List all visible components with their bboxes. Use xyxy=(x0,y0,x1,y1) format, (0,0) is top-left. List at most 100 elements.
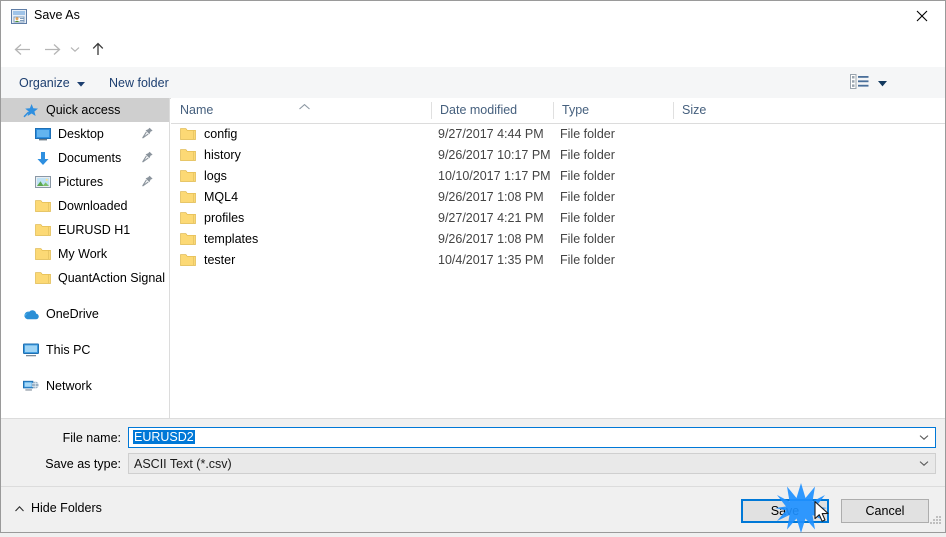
table-row[interactable]: MQL49/26/2017 1:08 PMFile folder xyxy=(171,186,945,207)
pin-icon[interactable] xyxy=(142,127,153,142)
save-button[interactable]: Save xyxy=(741,499,829,523)
sidebar-item-my-work[interactable]: My Work xyxy=(1,242,169,266)
chevron-down-icon[interactable] xyxy=(919,428,929,447)
file-rows[interactable]: config9/27/2017 4:44 PMFile folderhistor… xyxy=(171,123,945,419)
file-row-type: File folder xyxy=(560,127,615,141)
save-as-dialog: Save As xyxy=(0,0,946,533)
pictures-icon xyxy=(35,174,51,190)
sidebar-item-label: Pictures xyxy=(58,175,103,189)
table-row[interactable]: logs 10/10/2017 1:17 PM File folder xyxy=(171,165,945,186)
save-as-type-select[interactable]: ASCII Text (*.csv) xyxy=(128,453,936,474)
file-row-name: templates xyxy=(180,232,258,246)
chevron-down-icon[interactable] xyxy=(919,454,929,473)
column-divider[interactable] xyxy=(553,102,554,119)
pin-icon[interactable] xyxy=(142,151,153,166)
sidebar-group-gap xyxy=(1,326,169,338)
file-row-date: 10/4/2017 1:35 PM xyxy=(438,253,544,267)
sidebar-item-desktop[interactable]: Desktop xyxy=(1,122,169,146)
column-header-size[interactable]: Size xyxy=(673,98,753,122)
table-row[interactable]: config9/27/2017 4:44 PMFile folder xyxy=(171,123,945,144)
table-row[interactable]: history 9/26/2017 10:17 PM File folder xyxy=(171,144,945,165)
table-row[interactable]: tester 10/4/2017 1:35 PM File folder xyxy=(171,249,945,270)
save-as-icon xyxy=(11,9,27,24)
organize-label: Organize xyxy=(19,76,70,90)
pin-icon[interactable] xyxy=(142,175,153,190)
table-row[interactable]: profiles 9/27/2017 4:21 PM File folder xyxy=(171,207,945,228)
sidebar-item-quick-access[interactable]: Quick access xyxy=(1,98,169,122)
new-folder-button[interactable]: New folder xyxy=(109,73,169,93)
file-row-name-text: profiles xyxy=(204,211,244,225)
cancel-button[interactable]: Cancel xyxy=(841,499,929,523)
folder-icon xyxy=(35,246,51,262)
sidebar-item-label: EURUSD H1 xyxy=(58,223,130,237)
forward-arrow-icon[interactable] xyxy=(39,35,65,63)
save-as-type-value: ASCII Text (*.csv) xyxy=(134,457,232,471)
window-title: Save As xyxy=(34,8,80,22)
sidebar-item-label: Documents xyxy=(58,151,121,165)
file-row-date: 9/27/2017 4:44 PM xyxy=(438,127,544,141)
sidebar-item-label: Network xyxy=(46,379,92,393)
sidebar-item-network[interactable]: Network xyxy=(1,374,169,398)
folder-icon xyxy=(35,198,51,214)
hide-folders-button[interactable]: Hide Folders xyxy=(15,501,102,515)
folder-icon xyxy=(180,211,196,225)
file-row-name-text: MQL4 xyxy=(204,190,238,204)
navigation-bar: « Roaming › MetaQuotes › Terminal › 9155… xyxy=(1,32,945,66)
table-row[interactable]: templates9/26/2017 1:08 PMFile folder xyxy=(171,228,945,249)
sidebar-item-pictures[interactable]: Pictures xyxy=(1,170,169,194)
quick-access-star-icon xyxy=(23,102,39,118)
sidebar-item-documents[interactable]: Documents xyxy=(1,146,169,170)
hide-folders-label: Hide Folders xyxy=(31,501,102,515)
file-row-date: 9/27/2017 4:21 PM xyxy=(438,211,544,225)
file-row-name-text: history xyxy=(204,148,241,162)
file-row-name: tester xyxy=(180,253,235,267)
view-mode-icon xyxy=(850,74,869,92)
column-divider[interactable] xyxy=(673,102,674,119)
column-header-name[interactable]: Name xyxy=(171,98,431,122)
organize-button[interactable]: Organize xyxy=(19,73,85,93)
column-header-type[interactable]: Type xyxy=(553,98,673,122)
back-arrow-icon[interactable] xyxy=(9,35,35,63)
file-row-name: profiles xyxy=(180,211,244,225)
save-form: File name: EURUSD2 Save as type: ASCII T… xyxy=(1,418,945,487)
file-list-pane[interactable]: NameDate modifiedTypeSize config9/27/201… xyxy=(171,98,945,419)
file-row-type: File folder xyxy=(560,253,615,267)
close-icon[interactable] xyxy=(899,1,945,31)
sidebar-item-this-pc[interactable]: This PC xyxy=(1,338,169,362)
resize-grip-icon[interactable] xyxy=(929,514,941,529)
file-name-input[interactable]: EURUSD2 xyxy=(128,427,936,448)
view-mode-button[interactable] xyxy=(850,74,887,92)
sidebar-item-label: Desktop xyxy=(58,127,104,141)
file-row-date: 10/10/2017 1:17 PM xyxy=(438,169,551,183)
column-header-row: NameDate modifiedTypeSize xyxy=(171,98,945,124)
title-bar: Save As xyxy=(1,1,945,32)
file-name-value: EURUSD2 xyxy=(133,430,195,444)
up-arrow-icon[interactable] xyxy=(85,35,111,63)
folder-icon xyxy=(35,222,51,238)
sidebar-item-label: Downloaded xyxy=(58,199,128,213)
sidebar-item-eurusd-h1[interactable]: EURUSD H1 xyxy=(1,218,169,242)
sidebar-group-gap xyxy=(1,290,169,302)
this-pc-monitor-icon xyxy=(23,342,39,358)
file-row-name: history xyxy=(180,148,241,162)
column-header-date-modified[interactable]: Date modified xyxy=(431,98,553,122)
file-row-type: File folder xyxy=(560,169,615,183)
sidebar-item-label: Quick access xyxy=(46,103,120,117)
sidebar-item-quantaction-signal[interactable]: QuantAction Signal xyxy=(1,266,169,290)
sidebar-item-onedrive[interactable]: OneDrive xyxy=(1,302,169,326)
navigation-sidebar[interactable]: Quick access Desktop Documents Pictures Down… xyxy=(1,98,170,419)
sidebar-item-downloaded[interactable]: Downloaded xyxy=(1,194,169,218)
file-row-name: MQL4 xyxy=(180,190,238,204)
file-row-type: File folder xyxy=(560,211,615,225)
file-row-name-text: logs xyxy=(204,169,227,183)
documents-down-arrow-icon xyxy=(35,150,51,166)
column-divider[interactable] xyxy=(431,102,432,119)
file-row-type: File folder xyxy=(560,148,615,162)
file-row-date: 9/26/2017 10:17 PM xyxy=(438,148,551,162)
dialog-footer: Hide Folders Save Cancel xyxy=(1,486,945,532)
recent-locations-chevron-icon[interactable] xyxy=(65,35,85,63)
network-icon xyxy=(23,378,39,394)
folder-icon xyxy=(180,253,196,267)
sidebar-item-label: This PC xyxy=(46,343,90,357)
command-toolbar: Organize New folder xyxy=(1,67,945,99)
